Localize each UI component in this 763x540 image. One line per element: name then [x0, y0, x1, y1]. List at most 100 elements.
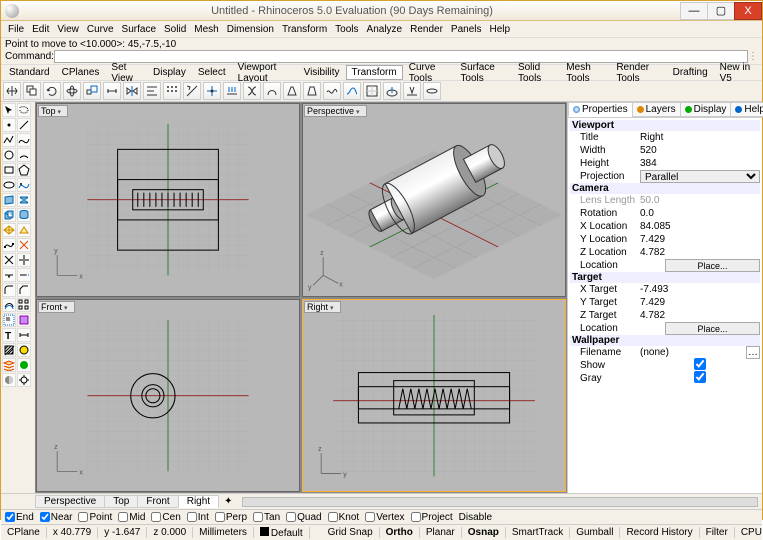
curve-icon[interactable]	[17, 133, 31, 147]
viewport-right[interactable]: Right yz	[302, 299, 566, 493]
vtab-front[interactable]: Front	[137, 495, 178, 508]
project-icon[interactable]	[223, 82, 241, 100]
trim-icon[interactable]	[2, 253, 16, 267]
mirror-icon[interactable]	[123, 82, 141, 100]
osnap-vertex[interactable]: Vertex	[365, 512, 404, 523]
status-gumball[interactable]: Gumball	[570, 527, 620, 538]
status-cplane[interactable]: CPlane	[1, 527, 47, 538]
shade-icon[interactable]	[2, 373, 16, 387]
vtab-right[interactable]: Right	[178, 495, 219, 508]
menu-surface[interactable]: Surface	[119, 23, 159, 36]
status-gridsnap[interactable]: Grid Snap	[322, 527, 380, 538]
prop-title[interactable]: Right	[640, 132, 760, 143]
rotate3d-icon[interactable]	[63, 82, 81, 100]
layers-icon[interactable]	[2, 358, 16, 372]
status-layer[interactable]: Default	[254, 527, 310, 539]
menu-curve[interactable]: Curve	[84, 23, 117, 36]
osnap-quad[interactable]: Quad	[286, 512, 321, 523]
render-icon[interactable]	[17, 358, 31, 372]
panel-tab-help[interactable]: Help	[730, 102, 763, 117]
tab-visibility[interactable]: Visibility	[298, 65, 346, 80]
status-units[interactable]: Millimeters	[193, 527, 254, 538]
polygon-icon[interactable]	[17, 163, 31, 177]
explode-icon[interactable]	[17, 238, 31, 252]
osnap-disable[interactable]: Disable	[459, 512, 492, 523]
osnap-near[interactable]: Near	[40, 512, 73, 523]
osnap-int[interactable]: Int	[187, 512, 209, 523]
line-icon[interactable]	[17, 118, 31, 132]
horizontal-scrollbar[interactable]	[242, 497, 758, 507]
softedit-icon[interactable]	[383, 82, 401, 100]
array2-icon[interactable]	[17, 298, 31, 312]
smooth-icon[interactable]	[323, 82, 341, 100]
move-icon[interactable]	[3, 82, 21, 100]
box-icon[interactable]	[2, 208, 16, 222]
viewport-label-front[interactable]: Front	[38, 301, 75, 313]
menu-file[interactable]: File	[5, 23, 27, 36]
taper-icon[interactable]	[283, 82, 301, 100]
status-ortho[interactable]: Ortho	[380, 527, 420, 538]
group-icon[interactable]	[2, 313, 16, 327]
tab-surfacetools[interactable]: Surface Tools	[454, 60, 512, 86]
dim-icon[interactable]	[17, 328, 31, 342]
align-icon[interactable]	[143, 82, 161, 100]
tab-meshtools[interactable]: Mesh Tools	[560, 60, 610, 86]
prop-filename[interactable]: (none)	[640, 347, 746, 358]
tab-solidtools[interactable]: Solid Tools	[512, 60, 560, 86]
array-icon[interactable]	[163, 82, 181, 100]
viewport-top[interactable]: Top xy	[36, 103, 300, 297]
chamfer-icon[interactable]	[17, 283, 31, 297]
prop-xloc[interactable]: 84.085	[640, 221, 760, 232]
mesh-icon[interactable]	[2, 223, 16, 237]
tab-rendertools[interactable]: Render Tools	[610, 60, 666, 86]
viewport-label-perspective[interactable]: Perspective	[304, 105, 367, 117]
rect-icon[interactable]	[2, 163, 16, 177]
text-icon[interactable]: T	[2, 328, 16, 342]
shear-icon[interactable]	[303, 82, 321, 100]
pointer-icon[interactable]	[2, 103, 16, 117]
tab-display[interactable]: Display	[147, 65, 192, 80]
tab-newinv5[interactable]: New in V5	[714, 60, 760, 86]
prop-ztarget[interactable]: 4.782	[640, 310, 760, 321]
status-smarttrack[interactable]: SmartTrack	[506, 527, 570, 538]
status-filter[interactable]: Filter	[700, 527, 735, 538]
tab-select[interactable]: Select	[192, 65, 232, 80]
split-icon[interactable]	[17, 253, 31, 267]
flow-icon[interactable]	[343, 82, 361, 100]
setpoints-icon[interactable]	[203, 82, 221, 100]
status-osnap[interactable]: Osnap	[462, 527, 506, 538]
status-record[interactable]: Record History	[620, 527, 699, 538]
osnap-point[interactable]: Point	[78, 512, 112, 523]
vtab-add-icon[interactable]: ✦	[218, 496, 238, 507]
osnap-knot[interactable]: Knot	[328, 512, 360, 523]
tab-standard[interactable]: Standard	[3, 65, 56, 80]
fillet-icon[interactable]	[2, 283, 16, 297]
osnap-tan[interactable]: Tan	[253, 512, 280, 523]
close-button[interactable]: X	[734, 2, 762, 20]
curve-pts-icon[interactable]	[17, 178, 31, 192]
viewport-label-right[interactable]: Right	[304, 301, 341, 313]
prop-ytarget[interactable]: 7.429	[640, 297, 760, 308]
copy-icon[interactable]	[23, 82, 41, 100]
squish-icon[interactable]	[423, 82, 441, 100]
surface-icon[interactable]	[2, 193, 16, 207]
offset-icon[interactable]	[2, 298, 16, 312]
prop-zloc[interactable]: 4.782	[640, 247, 760, 258]
osnap-perp[interactable]: Perp	[215, 512, 247, 523]
osnap-project[interactable]: Project	[411, 512, 453, 523]
properties-icon[interactable]	[17, 343, 31, 357]
vtab-top[interactable]: Top	[104, 495, 138, 508]
menu-panels[interactable]: Panels	[448, 23, 485, 36]
wallpaper-gray-checkbox[interactable]	[640, 371, 760, 383]
tab-transform[interactable]: Transform	[346, 65, 403, 80]
ellipse-icon[interactable]	[2, 178, 16, 192]
join-icon[interactable]	[2, 268, 16, 282]
loft-icon[interactable]	[17, 193, 31, 207]
rotate-icon[interactable]	[43, 82, 61, 100]
menu-analyze[interactable]: Analyze	[364, 23, 406, 36]
menu-help[interactable]: Help	[487, 23, 514, 36]
menu-view[interactable]: View	[54, 23, 82, 36]
orient-icon[interactable]	[183, 82, 201, 100]
edit-pts-icon[interactable]	[2, 238, 16, 252]
point-icon[interactable]	[2, 118, 16, 132]
